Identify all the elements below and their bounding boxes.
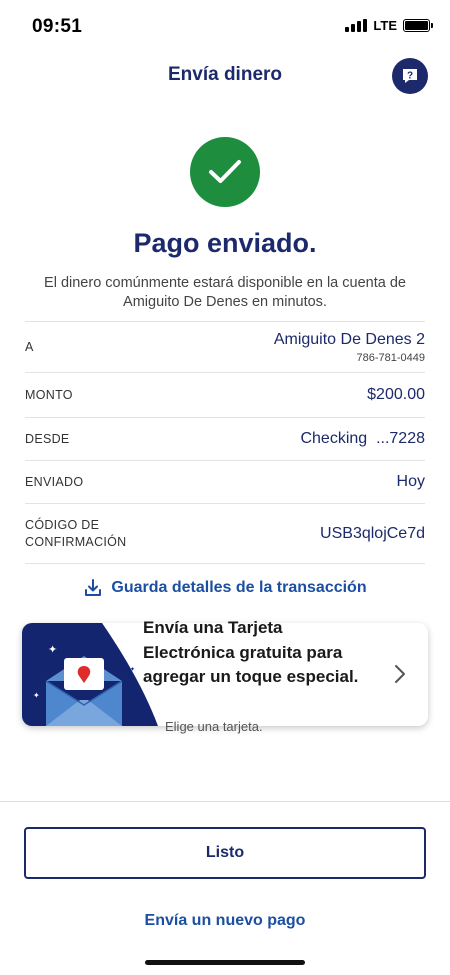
help-button[interactable]: ?	[392, 58, 428, 94]
envelope-card-icon: ✦ ✦ ✦	[33, 623, 158, 726]
status-time: 09:51	[32, 16, 83, 37]
transaction-details: A Amiguito De Denes 2 786-781-0449 MONTO…	[25, 321, 425, 564]
success-message: El dinero comúnmente estará disponible e…	[44, 275, 406, 310]
success-title: Pago enviado.	[133, 228, 317, 258]
from-label: DESDE	[25, 432, 70, 446]
status-bar: 09:51 LTE	[0, 0, 450, 52]
confirmation-code: USB3qlojCe7d	[320, 524, 425, 542]
checkmark-icon	[209, 160, 241, 183]
amount-label: MONTO	[25, 388, 73, 402]
page-title: Envía dinero	[167, 64, 283, 85]
confirmation-label: CÓDIGO DE CONFIRMACIÓN	[25, 517, 127, 549]
svg-text:✦: ✦	[33, 691, 40, 700]
signal-icon	[345, 19, 368, 32]
from-account-value: Checking ...7228	[300, 430, 425, 447]
promo-art: ✦ ✦ ✦	[22, 623, 158, 726]
recipient-name: Amiguito De Denes 2	[273, 330, 425, 348]
network-label: LTE	[373, 18, 397, 33]
home-indicator[interactable]	[145, 960, 305, 965]
status-indicators: LTE	[345, 18, 433, 33]
sent-value: Hoy	[396, 473, 425, 490]
recipient-phone: 786-781-0449	[356, 351, 425, 364]
chevron-right-icon[interactable]	[393, 663, 407, 685]
download-icon	[85, 579, 102, 596]
detail-row-amount: MONTO $200.00	[25, 372, 425, 417]
success-check-badge	[190, 137, 260, 207]
recipient-label: A	[25, 340, 34, 354]
svg-text:?: ?	[407, 71, 413, 82]
amount-value: $200.00	[367, 386, 425, 403]
svg-text:✦: ✦	[48, 643, 57, 656]
question-bubble-icon: ?	[403, 69, 417, 83]
sent-label: ENVIADO	[25, 475, 84, 489]
save-details-label: Guarda detalles de la transacción	[111, 579, 367, 596]
promo-title: Envía una Tarjeta Electrónica gratuita p…	[143, 618, 359, 686]
divider	[0, 801, 450, 802]
svg-text:✦: ✦	[130, 666, 135, 673]
done-button[interactable]: Listo	[24, 827, 426, 879]
promo-subtitle: Elige una tarjeta.	[165, 719, 263, 734]
detail-row-recipient: A Amiguito De Denes 2 786-781-0449	[25, 321, 425, 372]
payment-confirmation-screen: 09:51 LTE Envía dinero ? Pago enviado. E…	[0, 0, 450, 975]
save-transaction-details-link[interactable]: Guarda detalles de la transacción	[0, 578, 450, 598]
detail-row-from: DESDE Checking ...7228	[25, 417, 425, 460]
detail-row-confirmation: CÓDIGO DE CONFIRMACIÓN USB3qlojCe7d	[25, 503, 425, 564]
battery-icon	[403, 19, 433, 32]
send-new-payment-link[interactable]: Envía un nuevo pago	[0, 912, 450, 930]
detail-row-sent: ENVIADO Hoy	[25, 460, 425, 503]
